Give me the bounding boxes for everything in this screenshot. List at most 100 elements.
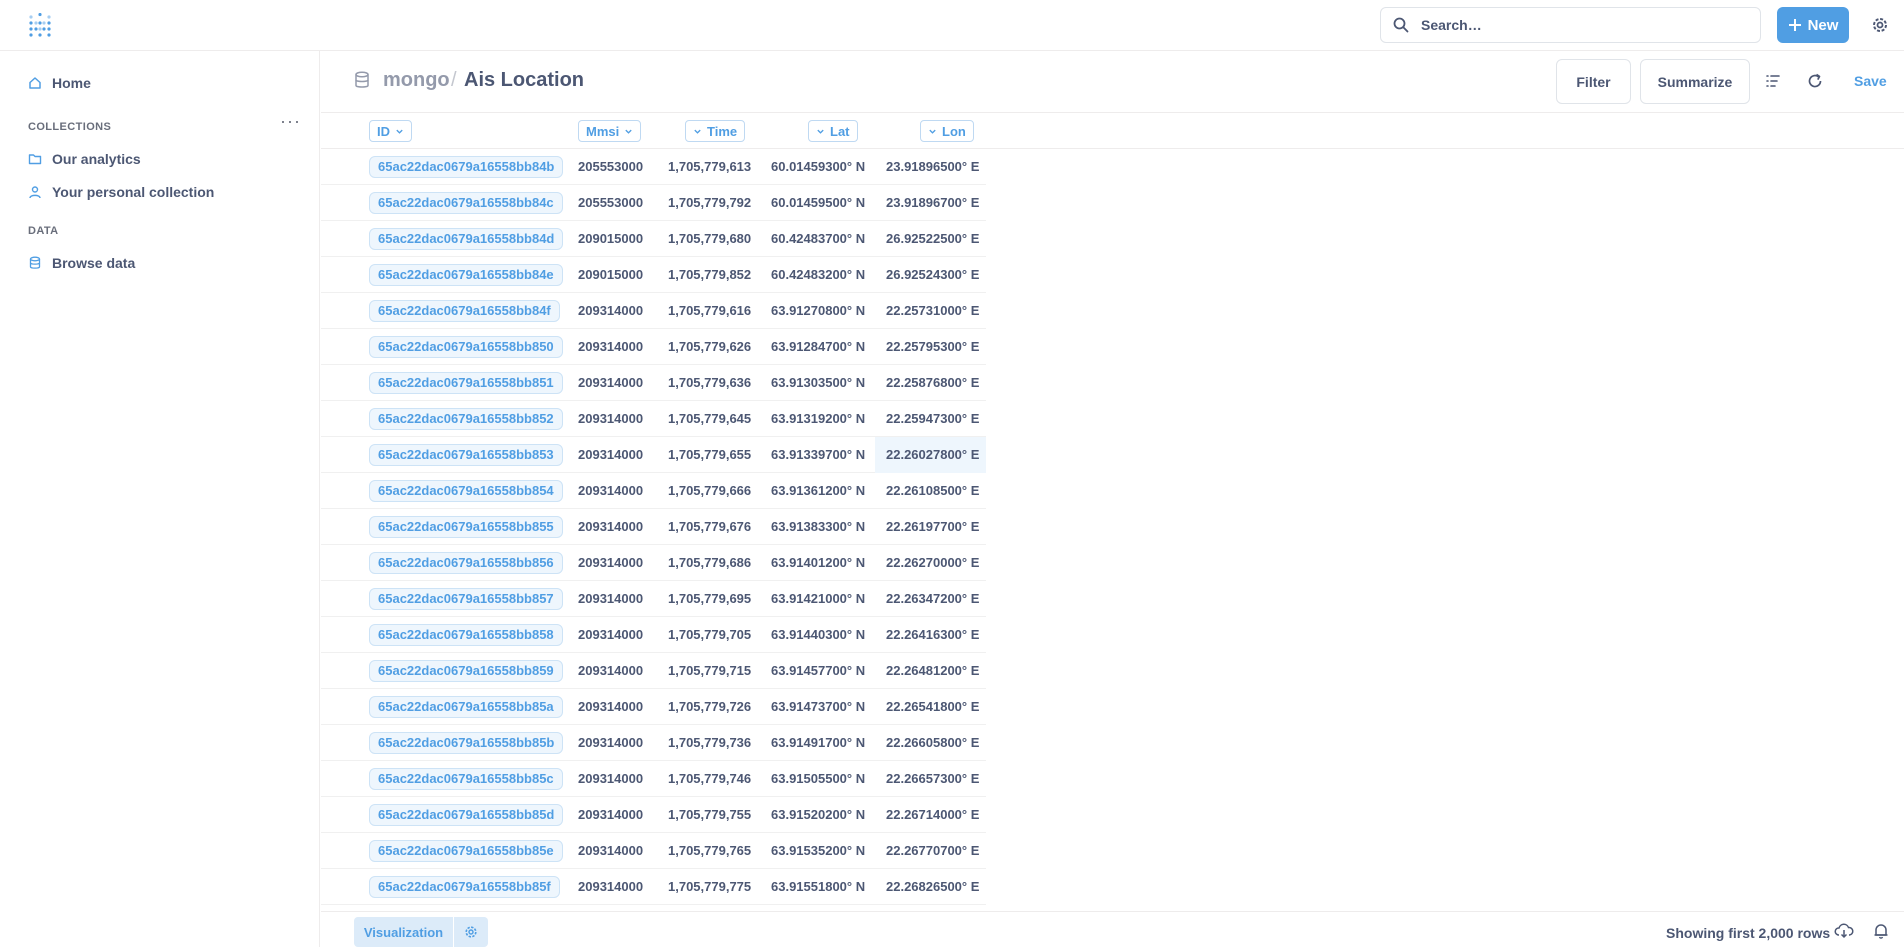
id-pill[interactable]: 65ac22dac0679a16558bb851 [369, 372, 563, 394]
cell-mmsi[interactable]: 209314000 [578, 473, 643, 509]
cell-mmsi[interactable]: 205553000 [578, 149, 643, 185]
column-header-id[interactable]: ID [369, 120, 412, 142]
id-pill[interactable]: 65ac22dac0679a16558bb85d [369, 804, 564, 826]
summarize-button[interactable]: Summarize [1640, 59, 1750, 104]
table-row[interactable]: 65ac22dac0679a16558bb851 209314000 1,705,7… [321, 365, 986, 401]
table-row[interactable]: 65ac22dac0679a16558bb853 209314000 1,705,7… [321, 437, 986, 473]
cell-lon[interactable]: 22.26416300° E [886, 617, 979, 653]
cell-lat[interactable]: 63.91270800° N [771, 293, 865, 329]
cell-lon[interactable]: 22.26197700° E [886, 509, 979, 545]
bell-icon[interactable] [1872, 923, 1890, 939]
id-pill[interactable]: 65ac22dac0679a16558bb856 [369, 552, 563, 574]
cell-lon[interactable]: 23.91896500° E [886, 149, 979, 185]
table-row[interactable]: 65ac22dac0679a16558bb852 209314000 1,705,7… [321, 401, 986, 437]
cell-lon[interactable]: 22.25731000° E [886, 293, 979, 329]
id-pill[interactable]: 65ac22dac0679a16558bb853 [369, 444, 563, 466]
sidebar-item-browse-data[interactable]: Browse data [28, 255, 135, 271]
cell-lon[interactable]: 26.92524300° E [886, 257, 979, 293]
breadcrumb-database[interactable]: mongo [383, 69, 450, 92]
cell-lat[interactable]: 63.91401200° N [771, 545, 865, 581]
id-pill[interactable]: 65ac22dac0679a16558bb850 [369, 336, 563, 358]
id-pill[interactable]: 65ac22dac0679a16558bb854 [369, 480, 563, 502]
cell-time[interactable]: 1,705,779,616 [668, 293, 751, 329]
table-row[interactable]: 65ac22dac0679a16558bb85c 209314000 1,705,7… [321, 761, 986, 797]
column-header-time[interactable]: Time [685, 120, 746, 142]
more-icon[interactable]: ··· [280, 112, 301, 130]
cell-mmsi[interactable]: 209314000 [578, 725, 643, 761]
id-pill[interactable]: 65ac22dac0679a16558bb855 [369, 516, 563, 538]
id-pill[interactable]: 65ac22dac0679a16558bb84f [369, 300, 560, 322]
cell-lon[interactable]: 22.26108500° E [886, 473, 979, 509]
cell-lat[interactable]: 63.91319200° N [771, 401, 865, 437]
table-row[interactable]: 65ac22dac0679a16558bb85d 209314000 1,705,7… [321, 797, 986, 833]
cell-lat[interactable]: 60.42483700° N [771, 221, 865, 257]
cell-lat[interactable]: 63.91284700° N [771, 329, 865, 365]
cell-lat[interactable]: 63.91361200° N [771, 473, 865, 509]
id-pill[interactable]: 65ac22dac0679a16558bb858 [369, 624, 563, 646]
id-pill[interactable]: 65ac22dac0679a16558bb852 [369, 408, 563, 430]
cell-time[interactable]: 1,705,779,676 [668, 509, 751, 545]
cell-lon[interactable]: 22.26770700° E [886, 833, 979, 869]
cell-lat[interactable]: 63.91339700° N [771, 437, 865, 473]
cell-lon[interactable]: 22.26027800° E [875, 437, 986, 473]
cell-time[interactable]: 1,705,779,645 [668, 401, 751, 437]
cell-time[interactable]: 1,705,779,636 [668, 365, 751, 401]
cell-time[interactable]: 1,705,779,775 [668, 869, 751, 905]
cell-mmsi[interactable]: 209314000 [578, 401, 643, 437]
cell-lat[interactable]: 63.91505500° N [771, 761, 865, 797]
visualization-button[interactable]: Visualization [354, 917, 453, 947]
visualization-settings-button[interactable] [454, 917, 488, 947]
cell-mmsi[interactable]: 209015000 [578, 221, 643, 257]
cell-lon[interactable]: 22.26714000° E [886, 797, 979, 833]
table-row[interactable]: 65ac22dac0679a16558bb84d 209015000 1,705,7… [321, 221, 986, 257]
cell-lon[interactable]: 22.26270000° E [886, 545, 979, 581]
cell-lon[interactable]: 22.25795300° E [886, 329, 979, 365]
cell-lat[interactable]: 63.91457700° N [771, 653, 865, 689]
cell-lon[interactable]: 22.26657300° E [886, 761, 979, 797]
cell-mmsi[interactable]: 205553000 [578, 185, 643, 221]
cell-time[interactable]: 1,705,779,626 [668, 329, 751, 365]
cell-lon[interactable]: 26.92522500° E [886, 221, 979, 257]
gear-icon[interactable] [1870, 15, 1890, 35]
cell-mmsi[interactable]: 209314000 [578, 365, 643, 401]
cell-lon[interactable]: 22.26605800° E [886, 725, 979, 761]
cell-mmsi[interactable]: 209015000 [578, 257, 643, 293]
id-pill[interactable]: 65ac22dac0679a16558bb85a [369, 696, 563, 718]
cell-lat[interactable]: 63.91440300° N [771, 617, 865, 653]
cell-mmsi[interactable]: 209314000 [578, 869, 643, 905]
column-header-mmsi[interactable]: Mmsi [578, 120, 642, 142]
cell-time[interactable]: 1,705,779,746 [668, 761, 751, 797]
cell-time[interactable]: 1,705,779,852 [668, 257, 751, 293]
cell-lat[interactable]: 60.01459500° N [771, 185, 865, 221]
metabase-logo-icon[interactable] [27, 13, 53, 39]
cell-lat[interactable]: 63.91535200° N [771, 833, 865, 869]
id-pill[interactable]: 65ac22dac0679a16558bb85c [369, 768, 563, 790]
cell-mmsi[interactable]: 209314000 [578, 509, 643, 545]
cell-mmsi[interactable]: 209314000 [578, 797, 643, 833]
table-row[interactable]: 65ac22dac0679a16558bb84f 209314000 1,705,7… [321, 293, 986, 329]
table-row[interactable]: 65ac22dac0679a16558bb859 209314000 1,705,7… [321, 653, 986, 689]
id-pill[interactable]: 65ac22dac0679a16558bb85b [369, 732, 564, 754]
table-row[interactable]: 65ac22dac0679a16558bb858 209314000 1,705,7… [321, 617, 986, 653]
download-icon[interactable] [1834, 923, 1854, 939]
cell-lon[interactable]: 22.26826500° E [886, 869, 979, 905]
cell-lon[interactable]: 22.26347200° E [886, 581, 979, 617]
column-header-lat[interactable]: Lat [808, 120, 858, 142]
table-row[interactable]: 65ac22dac0679a16558bb85e 209314000 1,705,7… [321, 833, 986, 869]
id-pill[interactable]: 65ac22dac0679a16558bb85e [369, 840, 563, 862]
new-button[interactable]: New [1777, 7, 1849, 43]
cell-lat[interactable]: 63.91421000° N [771, 581, 865, 617]
table-row[interactable]: 65ac22dac0679a16558bb855 209314000 1,705,7… [321, 509, 986, 545]
sidebar-item-home[interactable]: Home [28, 75, 91, 91]
cell-mmsi[interactable]: 209314000 [578, 293, 643, 329]
cell-lat[interactable]: 63.91491700° N [771, 725, 865, 761]
cell-time[interactable]: 1,705,779,613 [668, 149, 751, 185]
cell-lon[interactable]: 22.25876800° E [886, 365, 979, 401]
cell-lon[interactable]: 23.91896700° E [886, 185, 979, 221]
cell-mmsi[interactable]: 209314000 [578, 833, 643, 869]
cell-time[interactable]: 1,705,779,655 [668, 437, 751, 473]
cell-lat[interactable]: 63.91303500° N [771, 365, 865, 401]
cell-lat[interactable]: 60.01459300° N [771, 149, 865, 185]
cell-time[interactable]: 1,705,779,755 [668, 797, 751, 833]
sidebar-item-our-analytics[interactable]: Our analytics [28, 151, 141, 167]
